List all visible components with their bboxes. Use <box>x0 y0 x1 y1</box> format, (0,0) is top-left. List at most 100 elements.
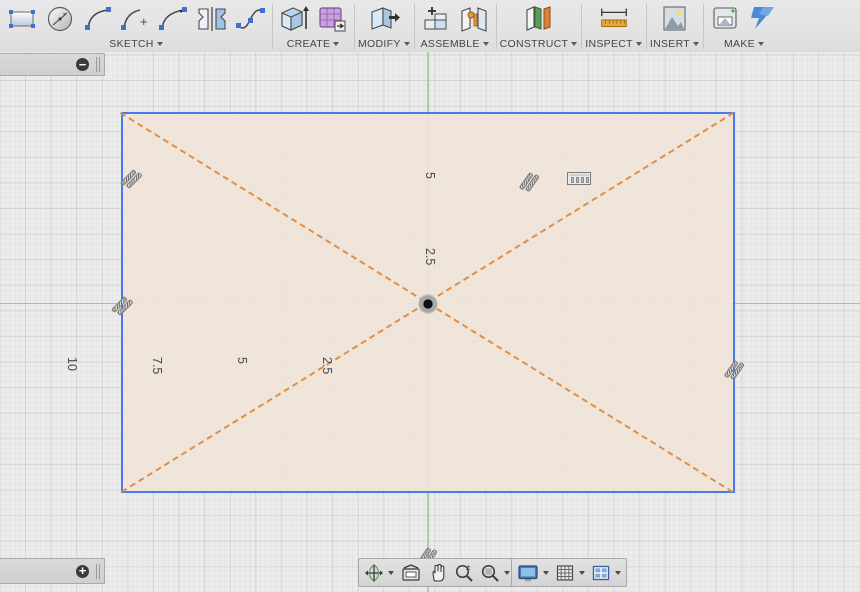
toolbar-group-sketch: + SKETCH <box>0 0 272 52</box>
navigation-bar: ± <box>358 558 516 587</box>
grid-snaps-button[interactable] <box>552 560 578 585</box>
browser-panel-resize-grip[interactable] <box>96 57 101 72</box>
toolbar-group-label-create-text: CREATE <box>286 38 331 50</box>
chevron-down-icon[interactable] <box>403 42 410 46</box>
chevron-down-icon[interactable] <box>571 42 578 46</box>
viewports-button[interactable] <box>588 560 614 585</box>
orbit-button[interactable] <box>361 560 387 585</box>
center-rectangle-sketch: 10 7.5 5 2.5 5 2.5 <box>0 52 860 592</box>
browser-panel-collapse-button[interactable]: − <box>76 58 89 71</box>
joint-tool-icon[interactable] <box>456 1 492 37</box>
constraint-marker-top-left[interactable] <box>116 163 147 194</box>
spline-fit-point-tool-icon[interactable]: + <box>118 1 154 37</box>
cad-application-window: + SKETCH CREATE MODIFY ASSEMBLE CONSTRUC… <box>0 0 860 592</box>
insert-image-tool-icon[interactable] <box>656 1 692 37</box>
display-settings-bar <box>511 558 627 587</box>
dimension-label-y-0[interactable]: 5 <box>423 172 437 179</box>
dimension-label-x-1[interactable]: 7.5 <box>150 357 164 374</box>
chevron-down-icon[interactable] <box>757 42 764 46</box>
orbit-dropdown-icon[interactable] <box>388 570 394 575</box>
conic-curve-tool-icon[interactable] <box>156 1 192 37</box>
toolbar-group-construct: CONSTRUCT <box>495 0 582 52</box>
toolbar-group-label-insert[interactable]: INSERT <box>650 38 699 52</box>
toolbar-group-label-inspect-text: INSPECT <box>585 38 633 50</box>
toolbar-group-label-construct[interactable]: CONSTRUCT <box>500 38 578 52</box>
new-component-tool-icon[interactable] <box>418 1 454 37</box>
toolbar-group-make: MAKE <box>703 0 785 52</box>
circle-tool-icon[interactable] <box>42 1 78 37</box>
browser-panel-collapse-glyph: − <box>78 56 87 72</box>
x-axis-line <box>0 303 860 304</box>
toolbar-group-create: CREATE <box>272 0 354 52</box>
toolbar-group-assemble: ASSEMBLE <box>413 0 496 52</box>
timeline-panel-resize-grip[interactable] <box>96 563 101 579</box>
chevron-down-icon[interactable] <box>156 42 163 46</box>
toolbar-group-label-assemble[interactable]: ASSEMBLE <box>421 38 489 52</box>
zoom-button[interactable]: ± <box>451 560 477 585</box>
display-settings-button[interactable] <box>514 560 542 585</box>
browser-panel[interactable]: − <box>0 53 105 76</box>
toolbar-group-label-modify[interactable]: MODIFY <box>358 38 410 52</box>
toolbar-group-label-sketch[interactable]: SKETCH <box>109 38 163 52</box>
rectangle-edge-left[interactable] <box>121 112 123 493</box>
rectangle-profile-fill[interactable] <box>121 112 733 491</box>
extrude-tool-icon[interactable] <box>276 1 312 37</box>
measure-tool-icon[interactable] <box>596 1 632 37</box>
canvas-minor-grid <box>0 52 860 592</box>
svg-text:+: + <box>140 14 148 29</box>
dimension-label-y-1[interactable]: 2.5 <box>423 248 437 265</box>
sketch-canvas[interactable]: 10 7.5 5 2.5 5 2.5 <box>0 52 860 592</box>
toolbar-group-label-assemble-text: ASSEMBLE <box>420 38 480 50</box>
grid-snaps-dropdown-icon[interactable] <box>579 570 585 575</box>
look-at-button[interactable] <box>397 560 425 585</box>
chevron-down-icon[interactable] <box>333 42 340 46</box>
sketch-origin-point[interactable] <box>418 294 438 314</box>
chevron-down-icon[interactable] <box>693 42 699 46</box>
dimension-label-x-2[interactable]: 5 <box>235 357 249 364</box>
spline-tool-icon[interactable] <box>232 1 268 37</box>
constraint-marker-left[interactable] <box>107 290 138 321</box>
create-form-tool-icon[interactable] <box>314 1 350 37</box>
arc-tool-icon[interactable] <box>80 1 116 37</box>
construction-diagonal-2[interactable] <box>121 112 735 493</box>
toolbar-group-label-sketch-text: SKETCH <box>109 38 154 50</box>
rectangle-edge-bottom[interactable] <box>121 491 733 493</box>
timeline-panel-expand-glyph: + <box>78 563 87 578</box>
toolbar-group-label-modify-text: MODIFY <box>358 38 401 50</box>
press-pull-tool-icon[interactable] <box>366 1 402 37</box>
toolbar-group-modify: MODIFY <box>354 0 414 52</box>
dimension-label-x-3[interactable]: 2.5 <box>320 357 334 374</box>
main-toolbar: + SKETCH CREATE MODIFY ASSEMBLE CONSTRUC… <box>0 0 860 53</box>
zoom-window-button[interactable] <box>477 560 503 585</box>
make-arrow-icon[interactable] <box>745 1 781 37</box>
svg-text:±: ± <box>466 563 471 572</box>
toolbar-group-label-insert-text: INSERT <box>649 38 690 50</box>
timeline-panel[interactable]: + <box>0 558 105 584</box>
zoom-window-dropdown-icon[interactable] <box>504 570 510 575</box>
toolbar-group-label-create[interactable]: CREATE <box>287 38 340 52</box>
construction-diagonal-1[interactable] <box>119 112 733 493</box>
y-axis-line <box>427 52 429 592</box>
offset-plane-tool-icon[interactable] <box>520 1 556 37</box>
mirror-tool-icon[interactable] <box>194 1 230 37</box>
toolbar-group-label-inspect[interactable]: INSPECT <box>585 38 642 52</box>
rectangle-edge-top[interactable] <box>121 112 733 114</box>
toolbar-group-inspect: INSPECT <box>581 0 646 52</box>
chevron-down-icon[interactable] <box>482 42 489 46</box>
dimension-label-x-0[interactable]: 10 <box>65 357 79 371</box>
toolbar-group-label-make[interactable]: MAKE <box>724 38 764 52</box>
timeline-panel-expand-button[interactable]: + <box>76 563 89 578</box>
constraint-marker-top[interactable] <box>515 167 546 198</box>
toolbar-group-insert: INSERT <box>645 0 703 52</box>
3d-print-tool-icon[interactable] <box>707 1 743 37</box>
fix-constraint-marker[interactable] <box>567 172 591 185</box>
pan-button[interactable] <box>425 560 451 585</box>
rectangle-tool-icon[interactable] <box>4 1 40 37</box>
toolbar-group-label-construct-text: CONSTRUCT <box>499 38 569 50</box>
constraint-marker-right[interactable] <box>720 355 751 386</box>
display-settings-dropdown-icon[interactable] <box>543 570 549 575</box>
rectangle-edge-right[interactable] <box>733 112 735 493</box>
toolbar-group-label-make-text: MAKE <box>724 38 755 50</box>
viewports-dropdown-icon[interactable] <box>615 570 621 575</box>
chevron-down-icon[interactable] <box>635 42 642 46</box>
